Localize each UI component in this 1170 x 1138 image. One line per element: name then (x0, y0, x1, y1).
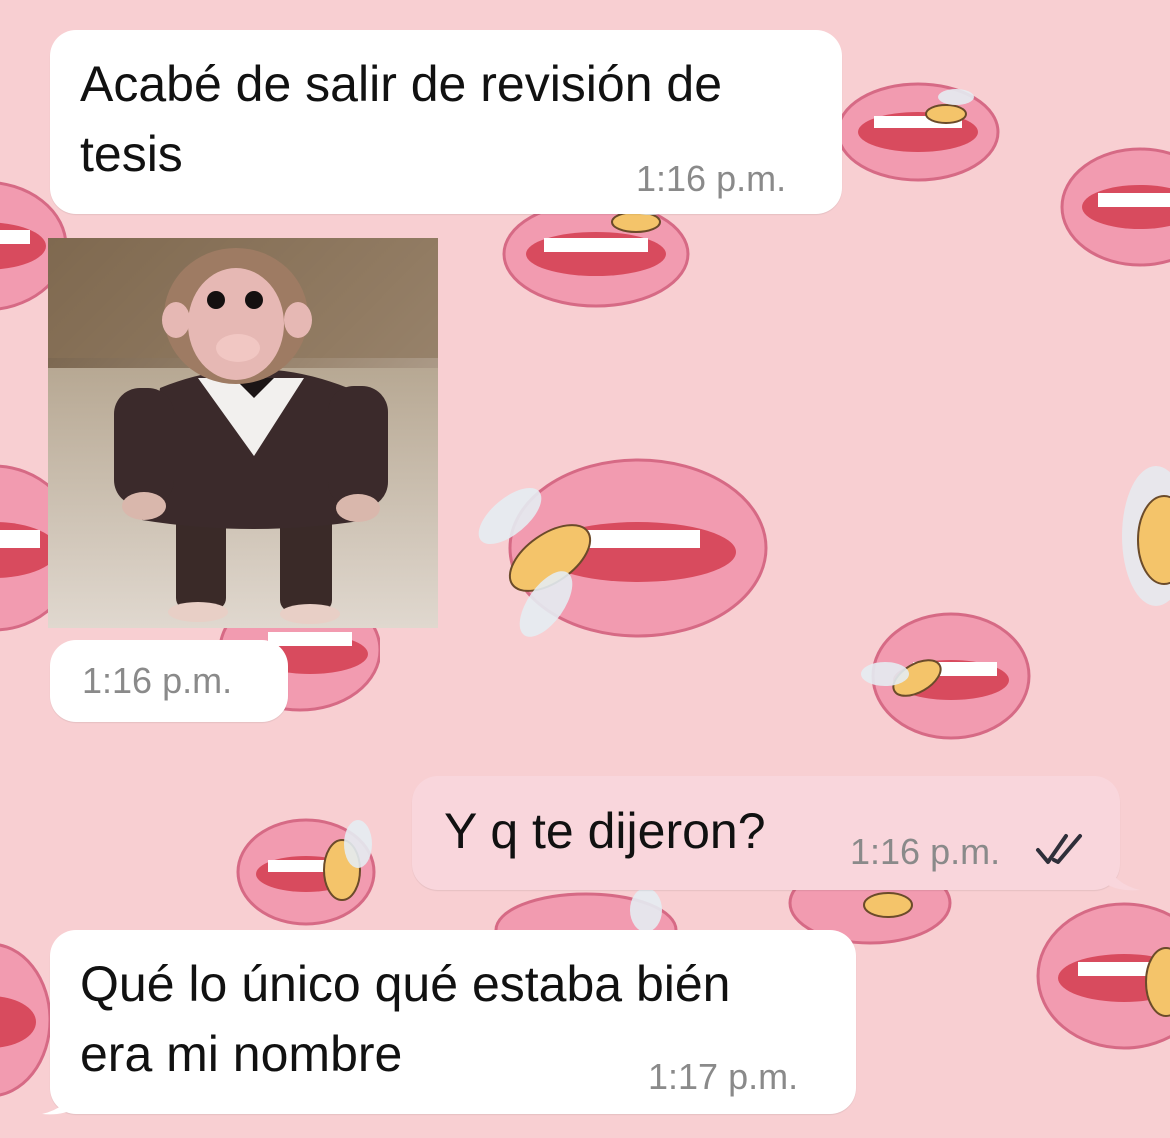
lips-bee-decoration (478, 458, 768, 638)
outgoing-bubble-tail (1106, 862, 1140, 891)
monkey-in-suit-sticker[interactable] (48, 238, 438, 628)
monkey-in-suit-icon (48, 238, 438, 628)
incoming-bubble-tail (42, 1086, 76, 1115)
incoming-message-bubble[interactable]: Acabé de salir de revisión de tesis 1:16… (50, 30, 842, 214)
message-timestamp: 1:16 p.m. (850, 831, 1001, 872)
outgoing-message-bubble[interactable]: Y q te dijeron? 1:16 p.m. (412, 776, 1120, 890)
lips-bee-decoration (1122, 466, 1170, 606)
incoming-message-bubble[interactable]: Qué lo único qué estaba bién era mi nomb… (50, 930, 856, 1114)
lips-bee-decoration (236, 818, 376, 926)
lips-bee-decoration (1036, 902, 1170, 1050)
double-check-icon (1036, 834, 1082, 864)
lips-bee-decoration (836, 82, 1000, 182)
sticker-timestamp-pill: 1:16 p.m. (50, 640, 288, 722)
lips-bee-decoration (861, 612, 1031, 740)
message-timestamp: 1:16 p.m. (82, 660, 233, 701)
message-text: Y q te dijeron? (444, 803, 766, 859)
lips-bee-decoration (1060, 147, 1170, 267)
message-timestamp: 1:17 p.m. (648, 1056, 799, 1097)
message-timestamp: 1:16 p.m. (636, 158, 787, 199)
